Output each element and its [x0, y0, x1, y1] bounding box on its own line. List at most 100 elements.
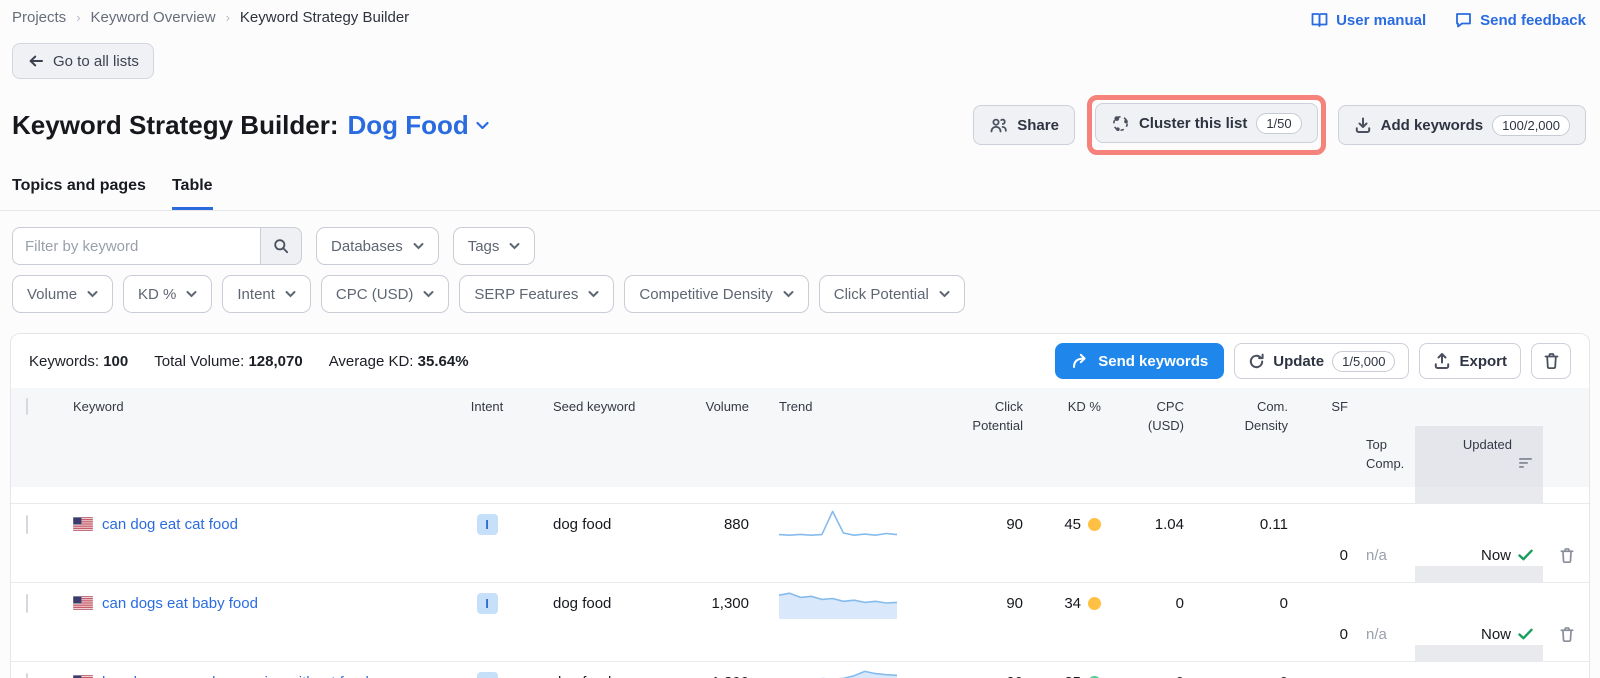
volume-value: 1,300	[677, 674, 749, 678]
column-header-sf[interactable]: SF	[1184, 398, 1348, 417]
update-label: Update	[1273, 353, 1324, 370]
top-bar: Projects›Keyword Overview›Keyword Strate…	[0, 0, 1600, 29]
kd-value: 45	[1023, 516, 1101, 533]
filter-dropdown-competitive-density[interactable]: Competitive Density	[624, 275, 808, 313]
com-density-value: 0	[1184, 595, 1348, 612]
keyword-filter-input[interactable]	[12, 227, 260, 265]
column-header-intent[interactable]: Intent	[457, 398, 517, 417]
breadcrumb-item[interactable]: Projects	[12, 9, 66, 26]
row-gap	[11, 566, 1589, 583]
filter-dropdown-databases[interactable]: Databases	[316, 227, 439, 265]
cpc-value: 0	[1101, 674, 1184, 678]
cluster-this-list-button[interactable]: Cluster this list 1/50	[1095, 103, 1318, 143]
row-checkbox[interactable]	[26, 594, 28, 613]
seed-keyword: dog food	[517, 516, 677, 533]
row-checkbox[interactable]	[26, 673, 28, 678]
filter-dropdown-label: Databases	[331, 238, 403, 255]
cluster-icon	[1111, 114, 1130, 133]
column-header-seed-keyword[interactable]: Seed keyword	[517, 398, 677, 417]
us-flag-icon	[73, 596, 93, 610]
breadcrumb-item[interactable]: Keyword Overview	[91, 9, 216, 26]
keyword-link[interactable]: can dogs eat baby food	[102, 595, 258, 612]
trend-sparkline	[749, 507, 901, 541]
list-summary: Keywords: 100 Total Volume: 128,070 Aver…	[29, 353, 469, 370]
column-header-updated[interactable]: Updated	[1415, 426, 1543, 488]
table-row: can dog eat cat food I dog food 880 90 4…	[11, 504, 1589, 566]
chevron-down-icon	[186, 290, 197, 298]
column-header-click-potential[interactable]: Click Potential	[901, 398, 1023, 436]
send-feedback-label: Send feedback	[1480, 12, 1586, 29]
check-icon	[1518, 628, 1533, 640]
filter-dropdown-cpc-usd-[interactable]: CPC (USD)	[321, 275, 450, 313]
intent-badge[interactable]: I	[477, 593, 498, 614]
export-button[interactable]: Export	[1419, 343, 1521, 379]
arrow-left-icon	[27, 52, 45, 70]
chevron-down-icon	[939, 290, 950, 298]
filter-dropdown-kd-[interactable]: KD %	[123, 275, 212, 313]
keyword-link[interactable]: how long can a dog survive without food	[102, 674, 369, 678]
update-button[interactable]: Update 1/5,000	[1234, 343, 1409, 379]
send-keywords-label: Send keywords	[1098, 353, 1208, 370]
chevron-down-icon	[413, 242, 424, 250]
intent-badge[interactable]: I	[477, 672, 498, 678]
column-header-cpc[interactable]: CPC (USD)	[1101, 398, 1184, 436]
table-header: Keyword Intent Seed keyword Volume Trend…	[11, 388, 1589, 487]
top-comp-value: n/a	[1348, 547, 1415, 564]
filter-dropdown-tags[interactable]: Tags	[453, 227, 536, 265]
filter-dropdown-serp-features[interactable]: SERP Features	[459, 275, 614, 313]
keyword-filter-group	[12, 227, 302, 265]
trend-sparkline	[749, 665, 901, 678]
seed-keyword: dog food	[517, 674, 677, 678]
send-feedback-link[interactable]: Send feedback	[1454, 11, 1586, 29]
seed-keyword: dog food	[517, 595, 677, 612]
kd-dot	[1088, 518, 1101, 531]
select-all-checkbox[interactable]	[26, 398, 28, 415]
user-manual-link[interactable]: User manual	[1310, 11, 1426, 29]
add-keywords-button[interactable]: Add keywords 100/2,000	[1338, 105, 1586, 145]
kd-dot	[1088, 597, 1101, 610]
book-icon	[1310, 11, 1329, 29]
add-keywords-quota-badge: 100/2,000	[1492, 115, 1570, 136]
volume-value: 1,300	[677, 595, 749, 612]
filter-dropdown-intent[interactable]: Intent	[222, 275, 311, 313]
cpc-value: 0	[1101, 595, 1184, 612]
delete-row-button[interactable]	[1559, 626, 1575, 643]
chevron-down-icon	[476, 121, 489, 130]
row-checkbox[interactable]	[26, 515, 28, 534]
filter-dropdown-volume[interactable]: Volume	[12, 275, 113, 313]
sort-icon	[1519, 436, 1533, 488]
table-row: how long can a dog survive without food …	[11, 662, 1589, 678]
breadcrumb-separator: ›	[226, 10, 230, 25]
filter-dropdown-click-potential[interactable]: Click Potential	[819, 275, 965, 313]
click-potential-value: 90	[901, 674, 1023, 678]
keyword-link[interactable]: can dog eat cat food	[102, 516, 238, 533]
filter-dropdown-label: SERP Features	[474, 286, 578, 303]
row-gap	[11, 645, 1589, 662]
column-header-top-comp[interactable]: Top Comp.	[1348, 436, 1415, 474]
chevron-down-icon	[509, 242, 520, 250]
volume-value: 880	[677, 516, 749, 533]
column-header-kd[interactable]: KD %	[1023, 398, 1101, 417]
list-name-dropdown[interactable]: Dog Food	[348, 110, 489, 141]
chevron-down-icon	[423, 290, 434, 298]
column-header-volume[interactable]: Volume	[677, 398, 749, 417]
delete-row-button[interactable]	[1559, 547, 1575, 564]
tab-topics-and-pages[interactable]: Topics and pages	[12, 177, 146, 210]
breadcrumb: Projects›Keyword Overview›Keyword Strate…	[12, 9, 409, 26]
updated-value: Now	[1415, 626, 1543, 643]
intent-badge[interactable]: I	[477, 514, 498, 535]
com-density-value: 0	[1184, 674, 1348, 678]
column-header-trend[interactable]: Trend	[749, 398, 901, 417]
go-to-all-lists-button[interactable]: Go to all lists	[12, 43, 154, 79]
breadcrumb-item: Keyword Strategy Builder	[240, 9, 409, 26]
send-keywords-button[interactable]: Send keywords	[1055, 343, 1224, 379]
updated-value: Now	[1415, 547, 1543, 564]
tab-table[interactable]: Table	[172, 177, 213, 210]
share-button[interactable]: Share	[973, 105, 1075, 145]
column-header-keyword[interactable]: Keyword	[57, 398, 457, 417]
delete-list-button[interactable]	[1531, 343, 1571, 379]
kd-value: 25	[1023, 674, 1101, 678]
filter-dropdown-label: CPC (USD)	[336, 286, 414, 303]
search-button[interactable]	[260, 227, 302, 265]
trash-icon	[1543, 352, 1560, 370]
